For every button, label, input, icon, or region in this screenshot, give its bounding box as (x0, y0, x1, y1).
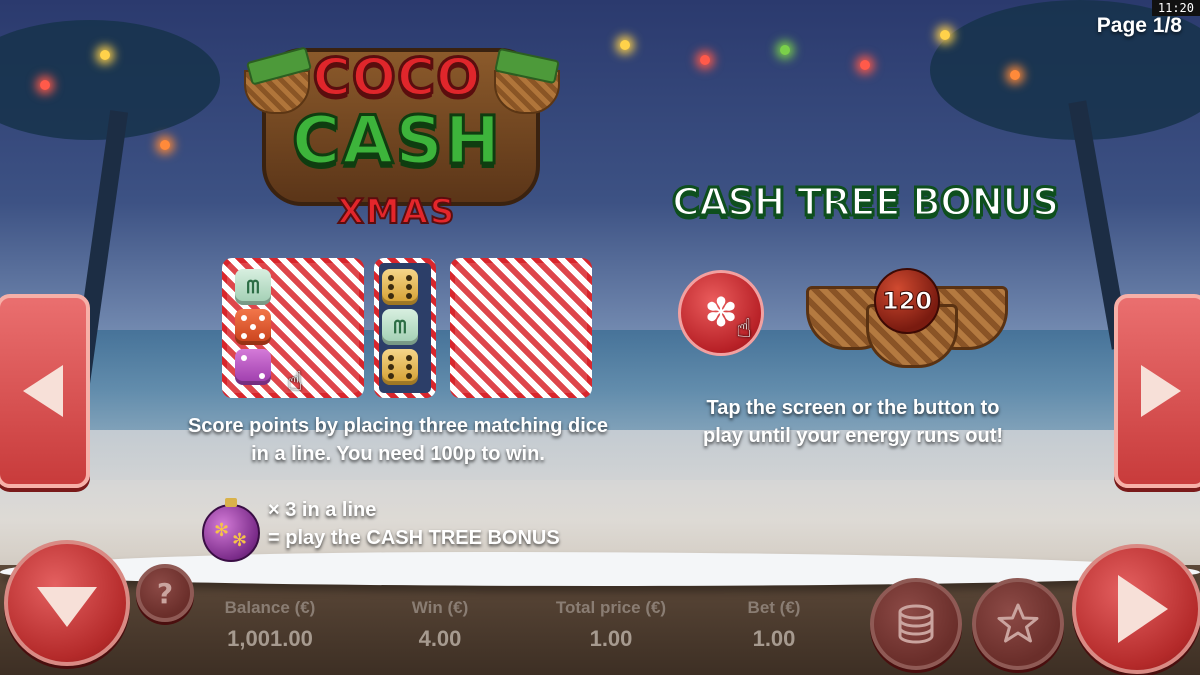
string-light (860, 60, 870, 70)
ornament-rule-line2: = play the CASH TREE BONUS (268, 527, 560, 549)
string-light (780, 45, 790, 55)
string-light (160, 140, 170, 150)
favorite-button[interactable] (972, 578, 1064, 670)
dice-rules-line2: in a line. You need 100p to win. (251, 443, 545, 465)
star-icon (997, 603, 1039, 643)
bonus-baskets: 120 (806, 262, 1008, 372)
die-gold (382, 269, 418, 305)
die-green: ᗰ (382, 309, 418, 345)
string-light (700, 55, 710, 65)
triangle-right-icon (1141, 365, 1181, 417)
chevron-down-icon (37, 587, 97, 627)
total-price-label: Total price (€) (555, 598, 667, 617)
dice-rules-line1: Score points by placing three matching d… (187, 415, 609, 437)
string-light (620, 40, 630, 50)
bet-label: Bet (€) (747, 598, 801, 617)
die-gold (382, 349, 418, 385)
bet-settings-button[interactable] (870, 578, 962, 670)
ornament-rule-line1: × 3 in a line (268, 499, 377, 521)
balance-label: Balance (€) (224, 598, 316, 617)
total-price-value: 1.00 (589, 626, 633, 651)
triangle-left-icon (23, 365, 63, 417)
next-page-button[interactable] (1114, 294, 1200, 488)
string-light (940, 30, 950, 40)
play-button[interactable] (1072, 544, 1200, 674)
win-label: Win (€) (411, 598, 469, 617)
bet-stat: Bet (€) 1.00 (714, 598, 834, 652)
die-green: ᗰ (235, 269, 271, 305)
cash-tree-bonus-title: CASH TREE BONUS (670, 179, 1060, 226)
string-light (1010, 70, 1020, 80)
bet-value: 1.00 (752, 626, 796, 651)
bonus-rules-line2: play until your energy runs out! (702, 425, 1004, 447)
logo-text-xmas: XMAS (337, 191, 457, 233)
bonus-rules-text: Tap the screen or the button to play unt… (650, 394, 1056, 450)
string-light (40, 80, 50, 90)
help-button[interactable]: ? (136, 564, 194, 622)
string-light (100, 50, 110, 60)
coin-stack-icon (898, 604, 934, 644)
dice-board-right (450, 258, 592, 398)
bonus-rules-line1: Tap the screen or the button to (706, 397, 1000, 419)
pointer-hand-icon: ☝ (736, 314, 752, 344)
ornament-icon: ✻ ✻ (202, 498, 260, 562)
die-purple (235, 349, 271, 385)
win-stat: Win (€) 4.00 (380, 598, 500, 652)
play-triangle-icon (1118, 575, 1168, 643)
dice-rules-text: Score points by placing three matching d… (150, 412, 646, 468)
menu-button[interactable] (4, 540, 130, 666)
previous-page-button[interactable] (0, 294, 90, 488)
logo-text-cash: CASH (290, 101, 503, 181)
bonus-value-ball: 120 (874, 268, 940, 334)
ornament-rule-text: × 3 in a line = play the CASH TREE BONUS (268, 496, 560, 552)
dice-board-middle: ᗰ (374, 258, 436, 398)
page-indicator: Page 1/8 (1096, 14, 1182, 37)
die-orange (235, 309, 271, 345)
logo-text-coco: COCO (311, 47, 482, 110)
game-logo: COCO CASH XMAS (232, 10, 562, 235)
dice-board-left: ᗰ ☝ (222, 258, 364, 398)
pointer-hand-icon: ☝ (287, 367, 303, 397)
balance-stat: Balance (€) 1,001.00 (200, 598, 340, 652)
total-price-stat: Total price (€) 1.00 (536, 598, 686, 652)
balance-value: 1,001.00 (227, 626, 313, 651)
win-value: 4.00 (418, 626, 462, 651)
